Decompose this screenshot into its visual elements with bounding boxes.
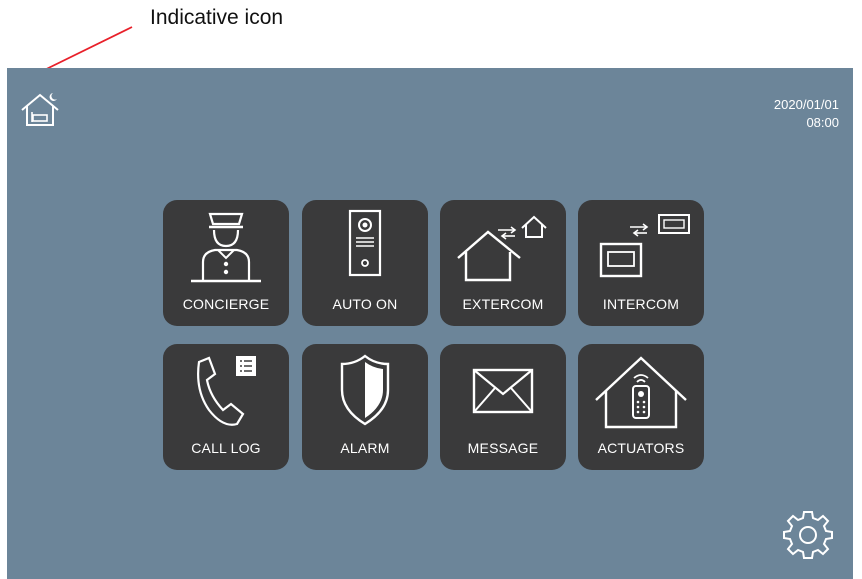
- tile-label: CALL LOG: [191, 440, 261, 456]
- date-text: 2020/01/01: [773, 97, 839, 112]
- tile-label: AUTO ON: [332, 296, 398, 312]
- device-screen: 2020/01/01 08:00 CONCIERGE AUTO ON EXTER…: [7, 68, 853, 579]
- message-button[interactable]: MESSAGE: [440, 344, 566, 470]
- concierge-button[interactable]: CONCIERGE: [163, 200, 289, 326]
- date-time: 2020/01/01 08:00: [774, 96, 839, 132]
- alarm-button[interactable]: ALARM: [302, 344, 428, 470]
- tile-label: EXTERCOM: [462, 296, 544, 312]
- auto-on-button[interactable]: AUTO ON: [302, 200, 428, 326]
- tile-label: MESSAGE: [467, 440, 539, 456]
- home-night-icon: [21, 93, 59, 126]
- actuators-button[interactable]: ACTUATORS: [578, 344, 704, 470]
- tile-label: INTERCOM: [602, 296, 680, 312]
- intercom-button[interactable]: INTERCOM: [578, 200, 704, 326]
- extercom-button[interactable]: EXTERCOM: [440, 200, 566, 326]
- tile-label: ACTUATORS: [597, 440, 685, 456]
- tile-label: ALARM: [340, 440, 390, 456]
- tile-label: CONCIERGE: [182, 296, 270, 312]
- gear-icon[interactable]: [782, 508, 834, 560]
- time-text: 08:00: [806, 115, 839, 130]
- call-log-button[interactable]: CALL LOG: [163, 344, 289, 470]
